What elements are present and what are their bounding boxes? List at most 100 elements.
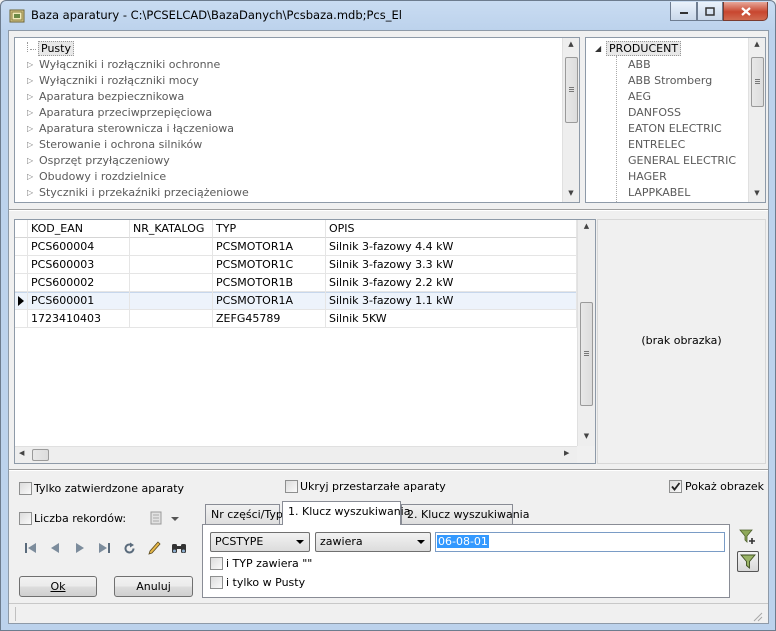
last-record-button[interactable]	[95, 539, 113, 557]
producer-tree[interactable]: ◢ PRODUCENT ABB ABB Stromberg AEG DANFOS…	[585, 37, 766, 203]
table-cell[interactable]: 1723410403	[28, 310, 130, 328]
table-cell[interactable]: PCS600004	[28, 238, 130, 256]
category-scrollbar[interactable]: ▲ ▼	[562, 38, 579, 202]
row-indicator[interactable]	[15, 274, 28, 292]
category-tree[interactable]: Pusty ▷ Wyłączniki i rozłączniki ochronn…	[14, 37, 580, 203]
tree-item-4[interactable]: Aparatura przeciwprzepięciowa	[39, 106, 212, 120]
refresh-button[interactable]	[120, 539, 138, 557]
database-dropdown[interactable]	[149, 510, 179, 528]
table-cell[interactable]: Silnik 3-fazowy 3.3 kW	[326, 256, 577, 274]
row-indicator[interactable]	[15, 238, 28, 256]
scroll-up-icon[interactable]: ▲	[563, 40, 579, 48]
table-cell[interactable]: PCSMOTOR1A	[213, 238, 326, 256]
cancel-button[interactable]: Anuluj	[114, 576, 193, 597]
expand-icon[interactable]: ▷	[27, 170, 33, 184]
table-cell[interactable]: ZEFG45789	[213, 310, 326, 328]
only-approved-checkbox[interactable]	[19, 482, 32, 495]
maximize-button[interactable]	[697, 2, 723, 21]
filter-button[interactable]	[737, 551, 759, 572]
hide-obsolete-checkbox[interactable]	[285, 480, 298, 493]
ok-button[interactable]: Ok	[19, 576, 97, 597]
collapse-icon[interactable]: ◢	[595, 42, 601, 56]
column-header-opis[interactable]: OPIS	[326, 220, 577, 238]
table-cell[interactable]: Silnik 5KW	[326, 310, 577, 328]
records-grid[interactable]: KOD_EAN NR_KATALOG TYP OPIS PCS600004 PC…	[14, 219, 596, 464]
expand-icon[interactable]: ▷	[27, 74, 33, 88]
column-header-kod-ean[interactable]: KOD_EAN	[28, 220, 130, 238]
expand-icon[interactable]: ▷	[27, 122, 33, 136]
table-cell[interactable]	[130, 292, 213, 310]
scroll-thumb[interactable]	[580, 302, 593, 406]
scroll-down-icon[interactable]: ▼	[578, 432, 595, 440]
tab-search-key-1[interactable]: 1. Klucz wyszukiwania	[282, 501, 410, 525]
producer-item[interactable]: AEG	[628, 90, 651, 104]
tab-part-number[interactable]: Nr części/Typ	[205, 504, 283, 524]
table-cell[interactable]: PCSMOTOR1A	[213, 292, 326, 310]
row-indicator[interactable]	[15, 310, 28, 328]
find-button[interactable]	[170, 539, 188, 557]
expand-icon[interactable]: ▷	[27, 58, 33, 72]
tree-item-3[interactable]: Aparatura bezpiecznikowa	[39, 90, 184, 104]
close-button[interactable]	[723, 2, 768, 21]
tree-item-0[interactable]: Pusty	[27, 41, 74, 56]
column-header-typ[interactable]: TYP	[213, 220, 326, 238]
scroll-down-icon[interactable]: ▼	[563, 189, 579, 197]
resize-grip-icon[interactable]	[751, 610, 763, 622]
tab-search-key-2[interactable]: 2. Klucz wyszukiwania	[401, 504, 529, 524]
table-cell[interactable]: PCS600002	[28, 274, 130, 292]
minimize-button[interactable]	[670, 2, 697, 21]
prior-record-button[interactable]	[46, 539, 64, 557]
typ-contains-checkbox[interactable]	[210, 557, 223, 570]
add-filter-button[interactable]	[738, 528, 758, 548]
producer-item[interactable]: ABB Stromberg	[628, 74, 712, 88]
tree-item-2[interactable]: Wyłączniki i rozłączniki mocy	[39, 74, 199, 88]
producer-item[interactable]: ABB	[628, 58, 651, 72]
scroll-thumb[interactable]	[32, 449, 49, 461]
producer-item[interactable]: ENTRELEC	[628, 138, 685, 152]
producer-item[interactable]: DANFOSS	[628, 106, 681, 120]
tree-item-7[interactable]: Osprzęt przyłączeniowy	[39, 154, 170, 168]
search-value-input[interactable]: 06-08-01	[435, 532, 725, 552]
splitter[interactable]	[9, 209, 768, 211]
scroll-down-icon[interactable]: ▼	[749, 189, 765, 197]
expand-icon[interactable]: ▷	[27, 186, 33, 200]
table-cell[interactable]	[130, 310, 213, 328]
record-count-checkbox[interactable]	[19, 512, 32, 525]
table-cell[interactable]	[130, 256, 213, 274]
scroll-up-icon[interactable]: ▲	[749, 40, 765, 48]
table-cell[interactable]: Silnik 3-fazowy 4.4 kW	[326, 238, 577, 256]
scroll-right-icon[interactable]: ▶	[564, 449, 569, 457]
producer-item[interactable]: LAPPKABEL	[628, 186, 690, 200]
table-cell[interactable]	[130, 238, 213, 256]
expand-icon[interactable]: ▷	[27, 106, 33, 120]
first-record-button[interactable]	[22, 539, 40, 557]
table-cell[interactable]: Silnik 3-fazowy 1.1 kW	[326, 292, 577, 310]
row-indicator[interactable]	[15, 256, 28, 274]
tree-item-8[interactable]: Obudowy i rozdzielnice	[39, 170, 166, 184]
title-bar[interactable]: Baza aparatury - C:\PCSELCAD\BazaDanych\…	[1, 1, 775, 30]
table-cell[interactable]: PCSMOTOR1C	[213, 256, 326, 274]
producer-root[interactable]: PRODUCENT	[606, 41, 682, 56]
expand-icon[interactable]: ▷	[27, 138, 33, 152]
operator-select[interactable]: zawiera	[315, 532, 431, 552]
producer-item[interactable]: GENERAL ELECTRIC	[628, 154, 736, 168]
table-cell[interactable]	[130, 274, 213, 292]
table-cell[interactable]: PCS600003	[28, 256, 130, 274]
column-header-nr-katalog[interactable]: NR_KATALOG	[130, 220, 213, 238]
grid-vertical-scrollbar[interactable]: ▲ ▼	[577, 220, 595, 446]
grid-horizontal-scrollbar[interactable]: ◀ ▶	[15, 446, 577, 463]
scroll-thumb[interactable]	[751, 57, 764, 107]
tree-item-6[interactable]: Sterowanie i ochrona silników	[39, 138, 202, 152]
tree-item-5[interactable]: Aparatura sterownicza i łączeniowa	[39, 122, 234, 136]
expand-icon[interactable]: ▷	[27, 90, 33, 104]
producer-scrollbar[interactable]: ▲ ▼	[748, 38, 765, 202]
show-image-checkbox[interactable]	[669, 480, 682, 493]
table-cell[interactable]: PCS600001	[28, 292, 130, 310]
only-in-category-checkbox[interactable]	[210, 576, 223, 589]
producer-item[interactable]: EATON ELECTRIC	[628, 122, 722, 136]
scroll-left-icon[interactable]: ◀	[19, 449, 24, 457]
table-cell[interactable]: Silnik 3-fazowy 2.2 kW	[326, 274, 577, 292]
expand-icon[interactable]: ▷	[27, 154, 33, 168]
scroll-up-icon[interactable]: ▲	[578, 222, 595, 230]
field-select[interactable]: PCSTYPE	[210, 532, 310, 552]
